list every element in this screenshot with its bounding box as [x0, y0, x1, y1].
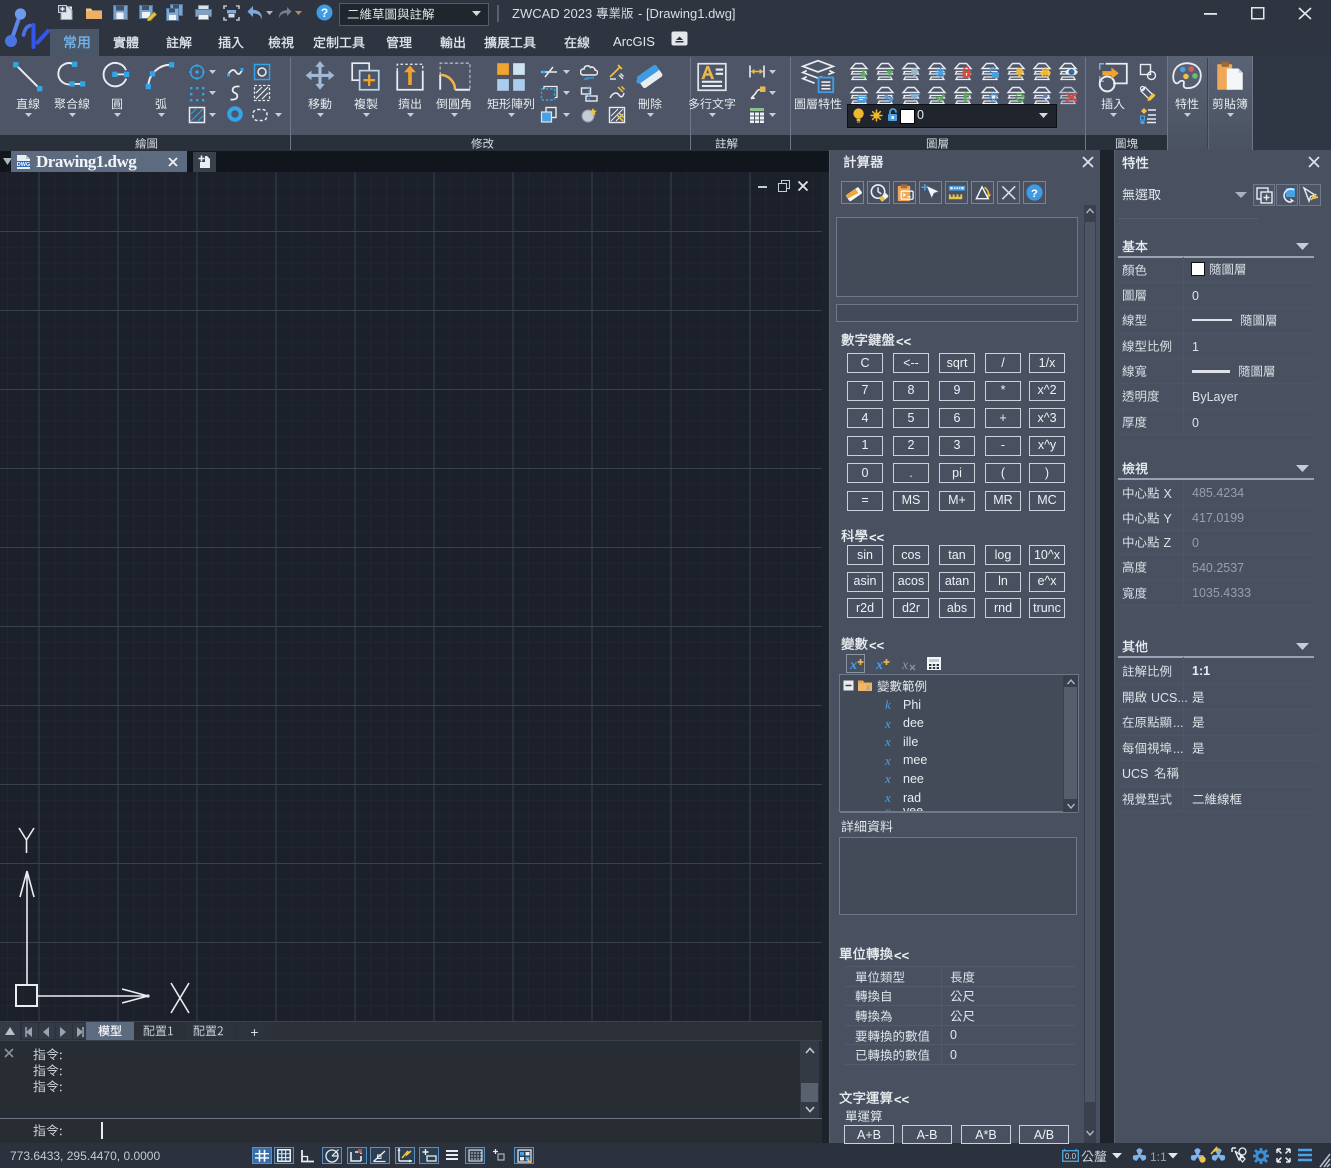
svg-text:x: x: [884, 735, 891, 747]
svg-text:x: x: [884, 717, 891, 729]
svg-text:k: k: [885, 698, 891, 710]
svg-text:DWG: DWG: [17, 162, 30, 168]
svg-text:?: ?: [1031, 187, 1038, 199]
svg-text:?: ?: [321, 6, 328, 20]
svg-text:0.0: 0.0: [1065, 1152, 1077, 1161]
svg-text:x: x: [884, 772, 891, 784]
svg-text:x: x: [901, 658, 909, 672]
svg-text:x: x: [884, 791, 891, 803]
svg-text:x: x: [875, 658, 883, 672]
svg-text:x: x: [884, 754, 891, 766]
svg-text:x: x: [849, 658, 857, 672]
svg-text:x: x: [865, 682, 870, 692]
